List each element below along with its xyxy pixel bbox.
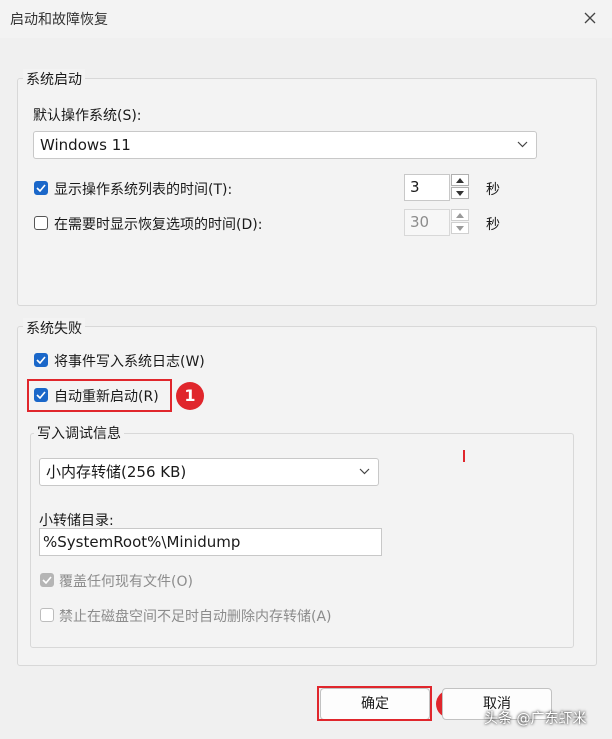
seconds-unit-1: 秒 [486,182,500,198]
show-os-list-spin-down[interactable] [451,187,469,199]
arrow-up-icon [456,177,464,183]
show-os-list-seconds-input[interactable]: 3 [404,174,450,201]
arrow-down-icon [456,225,464,231]
disable-autodelete-label: 禁止在磁盘空间不足时自动删除内存转储(A) [59,609,332,625]
startup-group-label: 系统启动 [23,69,85,89]
close-button[interactable] [576,4,604,32]
chevron-down-icon [517,141,528,148]
dump-type-value: 小内存转储(256 KB) [46,463,187,481]
failure-group-label: 系统失败 [23,318,85,338]
window-title: 启动和故障恢复 [10,12,108,28]
close-icon [584,12,596,24]
dump-dir-label: 小转储目录: [39,513,114,529]
watermark: 头条 @广东虾米 [484,711,587,727]
default-os-label: 默认操作系统(S): [33,108,142,124]
dump-type-select[interactable]: 小内存转储(256 KB) [39,458,379,486]
default-os-value: Windows 11 [40,136,131,154]
show-recovery-seconds-input[interactable]: 30 [404,209,450,236]
show-recovery-label: 在需要时显示恢复选项的时间(D): [54,217,263,233]
auto-restart-checkbox[interactable] [34,388,48,402]
overwrite-checkbox[interactable] [40,573,54,587]
show-recovery-checkbox[interactable] [34,216,48,230]
seconds-unit-2: 秒 [486,217,500,233]
show-os-list-label: 显示操作系统列表的时间(T): [54,182,233,198]
show-os-list-checkbox[interactable] [34,181,48,195]
step-badge-1: 1 [176,382,204,410]
write-event-checkbox[interactable] [34,353,48,367]
show-recovery-spin-down[interactable] [451,222,469,234]
check-icon [36,391,46,399]
check-icon [36,184,46,192]
text-cursor [463,450,465,462]
dump-dir-input[interactable]: %SystemRoot%\Minidump [39,528,382,556]
write-event-label: 将事件写入系统日志(W) [54,354,205,370]
arrow-up-icon [456,212,464,218]
auto-restart-label: 自动重新启动(R) [54,389,159,405]
show-os-list-spin-up[interactable] [451,174,469,186]
disable-autodelete-checkbox[interactable] [40,608,54,622]
arrow-down-icon [456,190,464,196]
debug-info-group-label: 写入调试信息 [34,423,124,443]
default-os-select[interactable]: Windows 11 [33,131,537,159]
check-icon [42,576,52,584]
overwrite-label: 覆盖任何现有文件(O) [59,574,193,590]
chevron-down-icon [359,468,370,475]
check-icon [36,356,46,364]
show-recovery-spin-up[interactable] [451,209,469,221]
ok-button-highlight [317,686,432,721]
